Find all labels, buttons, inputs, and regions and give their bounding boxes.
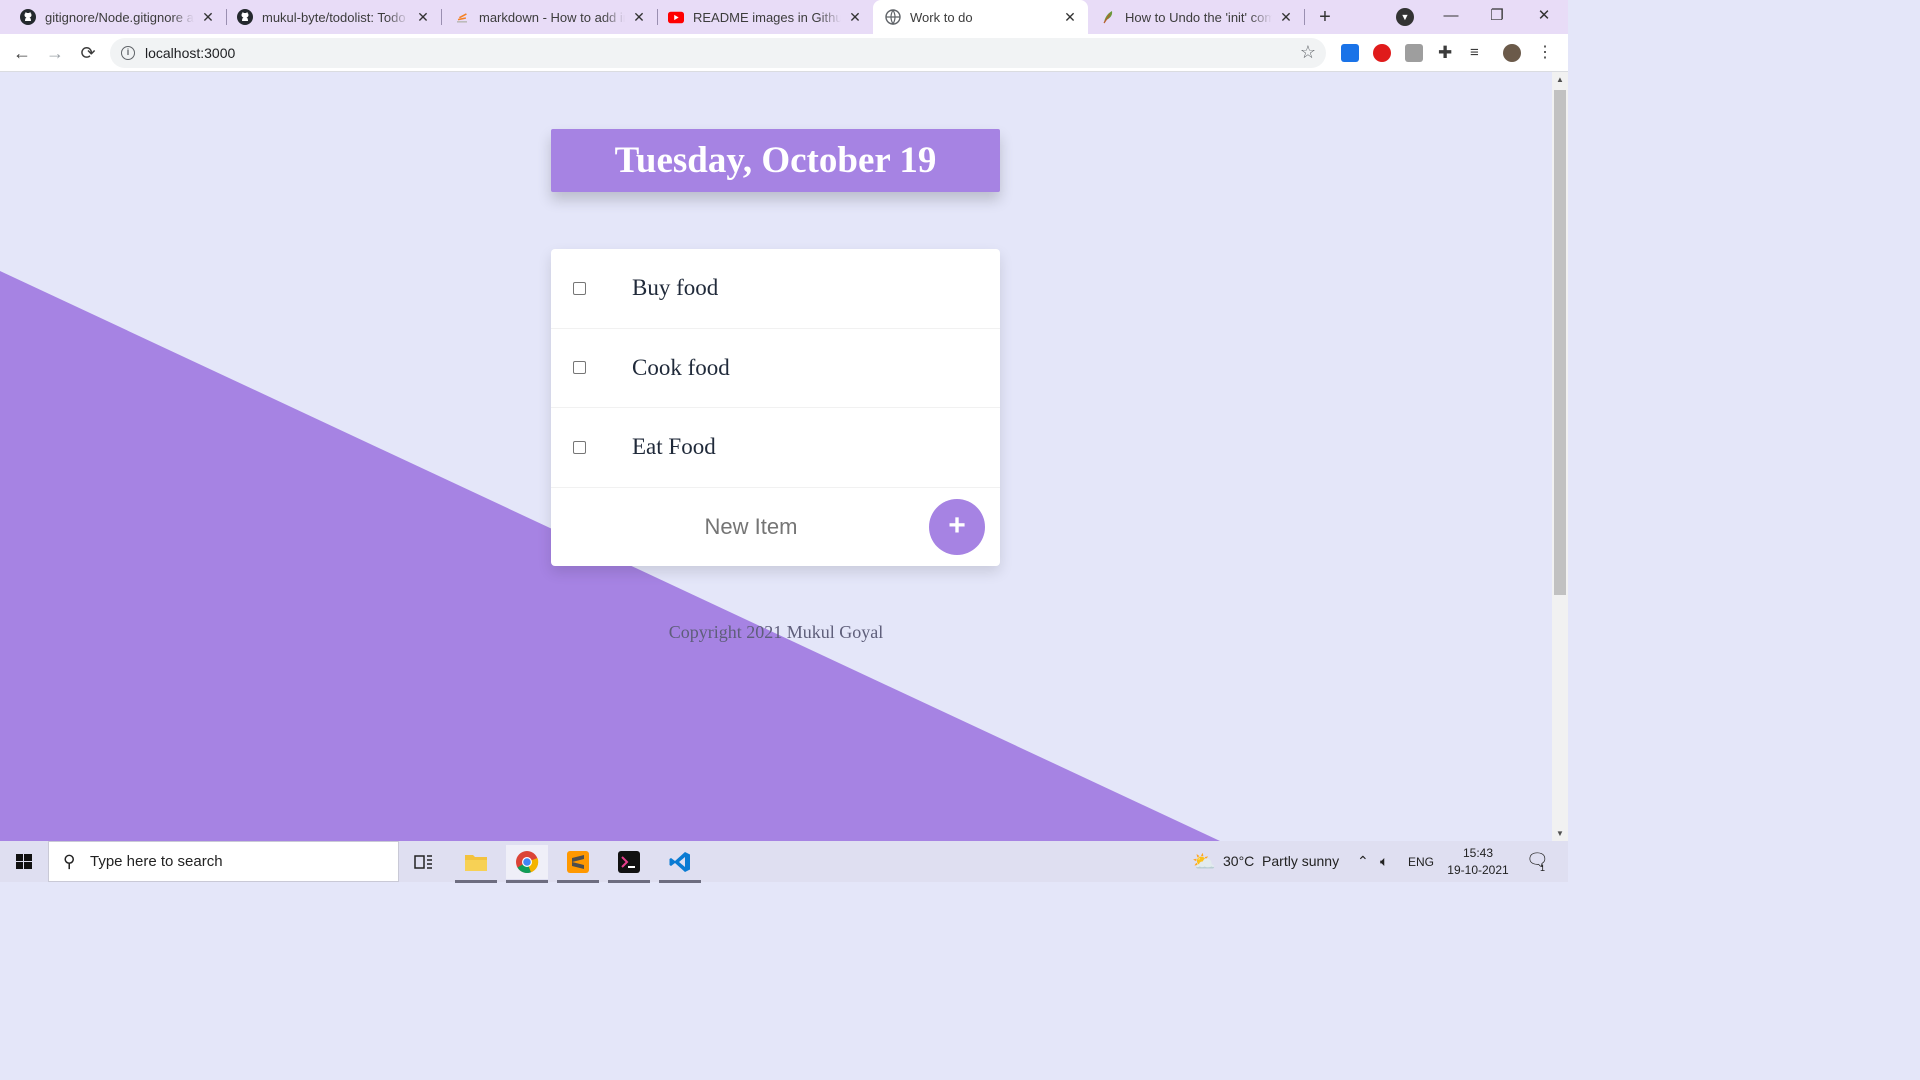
tab-undo-init[interactable]: How to Undo the 'init' command ✕ xyxy=(1088,0,1304,34)
page-title: Tuesday, October 19 xyxy=(614,140,937,181)
task-view-icon[interactable] xyxy=(403,845,445,879)
forward-button[interactable]: → xyxy=(42,40,68,66)
bookmark-star-icon[interactable]: ☆ xyxy=(1300,42,1316,63)
search-icon: ⚲ xyxy=(63,852,76,871)
tab-gitignore[interactable]: gitignore/Node.gitignore at master · git… xyxy=(0,0,226,34)
add-item-button[interactable]: + xyxy=(929,498,985,555)
weather-icon[interactable]: ⛅ xyxy=(1192,850,1216,874)
extensions-puzzle-icon[interactable]: ✚ xyxy=(1438,44,1456,62)
windows-taskbar: ⚲ Type here to search ⛅ 30°C Partly sunn… xyxy=(0,841,1568,883)
info-icon[interactable]: i xyxy=(121,46,135,60)
tab-title: How to Undo the 'init' command xyxy=(1125,9,1272,25)
taskbar-clock[interactable]: 15:43 19-10-2021 xyxy=(1440,845,1516,879)
new-item-input[interactable]: New Item xyxy=(551,488,951,566)
clock-time: 15:43 xyxy=(1462,846,1494,860)
language-indicator[interactable]: ENG xyxy=(1408,855,1434,869)
close-icon[interactable]: ✕ xyxy=(847,9,863,25)
windows-logo-icon xyxy=(16,854,32,869)
minimize-button[interactable]: — xyxy=(1428,0,1474,34)
address-bar[interactable]: i localhost:3000 ☆ xyxy=(110,38,1326,68)
running-indicator xyxy=(455,880,497,883)
vscode-icon[interactable] xyxy=(659,845,701,883)
clock-date: 19-10-2021 xyxy=(1447,863,1509,877)
close-icon[interactable]: ✕ xyxy=(1062,9,1078,25)
tab-strip: gitignore/Node.gitignore at master · git… xyxy=(0,0,1568,34)
show-hidden-icons-icon[interactable]: ⌃ xyxy=(1357,853,1369,870)
chrome-icon[interactable] xyxy=(506,845,548,883)
close-icon[interactable]: ✕ xyxy=(415,9,431,25)
sublime-text-icon[interactable] xyxy=(557,845,599,883)
tab-title: mukul-byte/todolist: Todo List xyxy=(262,9,409,25)
date-heading-box: Tuesday, October 19 xyxy=(551,129,1000,192)
notification-count-badge: 1 xyxy=(1540,863,1546,873)
item-checkbox[interactable] xyxy=(573,281,586,295)
tab-markdown-images[interactable]: markdown - How to add images to README ✕ xyxy=(441,0,657,34)
close-icon[interactable]: ✕ xyxy=(200,9,216,25)
list-item: Buy food xyxy=(551,249,1000,329)
tab-title: README images in Github - YouTube xyxy=(693,9,841,25)
search-placeholder: Type here to search xyxy=(90,853,223,870)
globe-icon xyxy=(885,9,901,25)
new-tab-button[interactable]: + xyxy=(1313,5,1337,29)
media-control-icon[interactable]: ≡ xyxy=(1470,44,1488,62)
todo-card: Buy food Cook food Eat Food New Item + xyxy=(551,249,1000,566)
tab-separator xyxy=(1304,9,1305,25)
item-checkbox[interactable] xyxy=(573,440,586,454)
list-item: Eat Food xyxy=(551,408,1000,488)
running-indicator xyxy=(506,880,548,883)
notification-center-icon[interactable]: 🗨︎ xyxy=(1526,850,1549,871)
scroll-up-icon[interactable]: ▲ xyxy=(1556,75,1564,84)
url-text: localhost:3000 xyxy=(145,45,236,61)
start-button[interactable] xyxy=(0,841,48,882)
volume-icon[interactable]: 🔈︎ xyxy=(1380,853,1388,870)
running-indicator xyxy=(659,880,701,883)
tab-todolist-repo[interactable]: mukul-byte/todolist: Todo List ✕ xyxy=(226,0,441,34)
tab-title: markdown - How to add images to README xyxy=(479,9,625,25)
notes-extension-icon[interactable] xyxy=(1405,44,1423,62)
close-icon[interactable]: ✕ xyxy=(1278,9,1294,25)
item-label: Buy food xyxy=(632,275,719,301)
page-viewport: Tuesday, October 19 Buy food Cook food E… xyxy=(0,72,1552,841)
item-label: Eat Food xyxy=(632,434,716,460)
list-item: Cook food xyxy=(551,329,1000,408)
weather-text[interactable]: 30°C Partly sunny xyxy=(1223,853,1339,869)
feather-icon xyxy=(1100,9,1116,25)
adblock-extension-icon[interactable] xyxy=(1373,44,1391,62)
scroll-down-icon[interactable]: ▼ xyxy=(1556,829,1564,838)
back-button[interactable]: ← xyxy=(9,40,35,66)
file-explorer-icon[interactable] xyxy=(455,845,497,883)
tab-search-icon[interactable]: ▼ xyxy=(1396,8,1414,26)
tab-title: Work to do xyxy=(910,9,973,25)
scrollbar-thumb[interactable] xyxy=(1554,90,1566,595)
taskbar-search-box[interactable]: ⚲ Type here to search xyxy=(48,841,399,882)
translate-extension-icon[interactable] xyxy=(1341,44,1359,62)
new-item-row: New Item + xyxy=(551,488,1000,566)
browser-toolbar: ← → ⟳ i localhost:3000 ☆ ✚ ≡ ⋮ xyxy=(0,34,1568,72)
running-indicator xyxy=(608,880,650,883)
youtube-icon xyxy=(668,9,684,25)
page-scrollbar[interactable]: ▲ ▼ xyxy=(1552,72,1568,841)
tab-title: gitignore/Node.gitignore at master · git… xyxy=(45,9,194,25)
avatar[interactable] xyxy=(1503,44,1521,62)
item-label: Cook food xyxy=(632,354,730,380)
footer-copyright: Copyright 2021 Mukul Goyal xyxy=(668,622,884,642)
github-icon xyxy=(237,9,253,25)
stackoverflow-icon xyxy=(454,9,470,25)
tab-work-to-do[interactable]: Work to do ✕ xyxy=(873,0,1088,34)
close-window-button[interactable]: ✕ xyxy=(1521,0,1567,34)
running-indicator xyxy=(557,880,599,883)
restore-button[interactable]: ❐ xyxy=(1474,0,1520,34)
close-icon[interactable]: ✕ xyxy=(631,9,647,25)
reload-button[interactable]: ⟳ xyxy=(75,40,101,66)
menu-kebab-icon[interactable]: ⋮ xyxy=(1537,44,1555,62)
terminal-icon[interactable] xyxy=(608,845,650,883)
tab-youtube[interactable]: README images in Github - YouTube ✕ xyxy=(657,0,873,34)
github-icon xyxy=(20,9,36,25)
item-checkbox[interactable] xyxy=(573,361,586,375)
